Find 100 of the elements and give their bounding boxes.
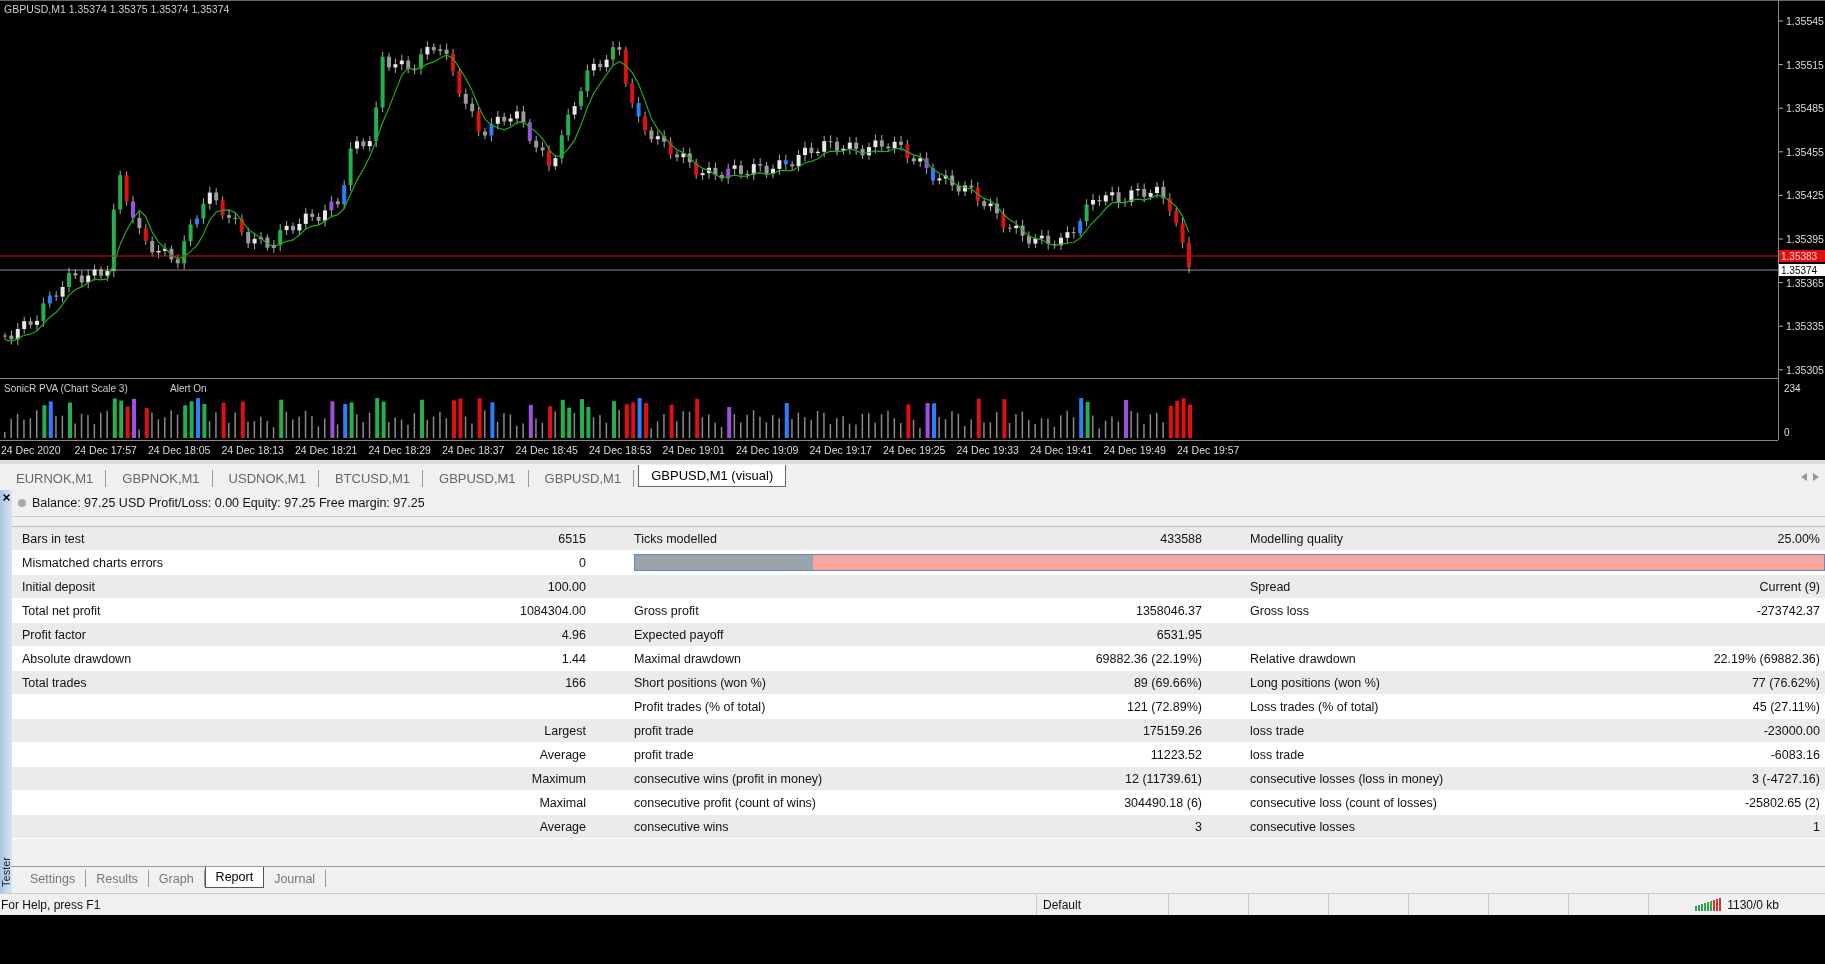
report-label: Total trades [22,675,88,690]
report-label: Profit trades (% of total) [633,699,767,714]
help-text: For Help, press F1 [1,897,101,912]
time-axis-label: 24 Dec 18:53 [589,444,652,456]
report-value: 100.00 [546,579,586,594]
report-label: Total net profit [22,603,102,618]
tester-tab[interactable]: Report [204,867,265,888]
report-value: 6515 [557,531,586,546]
chart-header: GBPUSD,M1 1.35374 1.35375 1.35374 1.35374 [4,3,230,15]
report-value: -6083.16 [1769,747,1820,762]
scroll-right-icon[interactable] [1813,473,1819,481]
report-value: Maximum [530,771,586,786]
report-label: Long positions (won %) [1249,675,1381,690]
report-label: Maximal drawdown [633,651,742,666]
report-label: Relative drawdown [1249,651,1357,666]
report-value: 121 (72.89%) [1125,699,1202,714]
time-axis-label: 24 Dec 18:45 [515,444,578,456]
report-value: 12 (11739.61) [1124,771,1202,786]
report-label: Bars in test [22,531,86,546]
chart-tab[interactable]: GBPUSD,M1 [427,470,529,487]
report-label: consecutive losses [1249,819,1356,834]
time-axis-label: 24 Dec 2020 [1,444,61,456]
report-label: Initial deposit [22,579,96,594]
indicator-scale-label: 234 [1784,383,1801,394]
report-label: Absolute drawdown [22,651,133,666]
report-value: 89 (69.66%) [1132,675,1202,690]
indicator-label: SonicR PVA (Chart Scale 3) [4,383,128,394]
tester-tab[interactable]: Graph [148,870,205,887]
report-value: Largest [543,723,586,738]
report-value: 45 (27.11%) [1751,699,1820,714]
status-dot-icon [18,499,26,507]
scroll-left-icon[interactable] [1801,473,1807,481]
time-axis-label: 24 Dec 19:33 [956,444,1019,456]
report-label: Spread [1249,579,1292,594]
report-label: Loss trades (% of total) [1249,699,1380,714]
time-axis-label: 24 Dec 19:49 [1103,444,1166,456]
report-label: consecutive losses (loss in money) [1249,771,1445,786]
report-value: 69882.36 (22.19%) [1094,651,1202,666]
report-value: 3 [1194,819,1202,834]
report-label: Gross loss [1249,603,1311,618]
price-axis-label: 1.35305 [1786,363,1824,376]
report-value: 22.19% (69882.36) [1712,651,1820,666]
time-axis-label: 24 Dec 19:09 [736,444,799,456]
tester-tab[interactable]: Journal [264,870,327,887]
report-value: -23000.00 [1762,723,1820,738]
chart-tab[interactable]: GBPUSD,M1 (visual) [638,465,787,487]
report-value: -273742.37 [1755,603,1820,618]
report-label: Ticks modelled [633,531,718,546]
chart-tab[interactable]: EURNOK,M1 [4,470,107,487]
report-value: Current (9) [1758,579,1820,594]
close-icon[interactable] [2,494,10,501]
report-value: 1358046.37 [1134,603,1202,618]
report-label: Gross profit [633,603,700,618]
indicator-status-label: Alert On [170,383,207,394]
time-axis-label: 24 Dec 18:13 [221,444,284,456]
price-marker-label: 1.35383 [1781,251,1818,262]
report-value: 1084304.00 [518,603,586,618]
time-axis-label: 24 Dec 19:57 [1177,444,1240,456]
time-axis-label: 24 Dec 18:05 [148,444,211,456]
tester-tab[interactable]: Results [86,870,149,887]
report-label: Mismatched charts errors [22,555,164,570]
price-axis-label: 1.35455 [1786,145,1824,158]
report-value: 175159.26 [1141,723,1202,738]
report-label: consecutive wins (profit in money) [633,771,824,786]
price-axis-label: 1.35545 [1786,15,1824,27]
price-marker-label: 1.35374 [1781,265,1818,276]
chart-tab[interactable]: GBPUSD,M1 [532,470,635,487]
report-value: 304490.18 (6) [1123,795,1202,810]
report-label: Modelling quality [1249,531,1345,546]
price-axis-label: 1.35515 [1786,58,1824,71]
price-axis-label: 1.35335 [1786,320,1824,333]
panel-title: Tester [0,857,12,887]
report-value: 77 (76.62%) [1750,675,1820,690]
report-value: 433588 [1159,531,1202,546]
chart-tab[interactable]: GBPNOK,M1 [110,470,213,487]
price-axis-label: 1.35395 [1786,233,1824,245]
chart-tab[interactable]: BTCUSD,M1 [322,470,423,487]
price-axis-label: 1.35485 [1786,102,1824,115]
chart-tab[interactable]: USDNOK,M1 [216,470,319,487]
report-label: Expected payoff [633,627,725,642]
price-axis-label: 1.35425 [1786,189,1824,202]
report-value: Maximal [538,795,586,810]
report-label: Profit factor [22,627,87,642]
report-label: consecutive profit (count of wins) [633,795,818,810]
report-value: 25.00% [1776,531,1820,546]
price-axis-label: 1.35365 [1786,276,1824,289]
report-value: 3 (-4727.16) [1750,771,1820,786]
report-value: 1.44 [560,651,586,666]
time-axis-label: 24 Dec 18:37 [442,444,505,456]
memory-usage: 1130/0 kb [1727,897,1779,912]
report-label: consecutive loss (count of losses) [1249,795,1438,810]
time-axis-label: 24 Dec 18:29 [368,444,431,456]
report-label: loss trade [1249,747,1306,762]
time-axis-label: 24 Dec 18:21 [295,444,358,456]
time-axis-label: 24 Dec 19:41 [1030,444,1093,456]
account-summary: Balance: 97.25 USD Profit/Loss: 0.00 Equity: 97.25 Free margin: 97.25 [32,496,425,510]
report-value: 4.96 [560,627,586,642]
report-label: Short positions (won %) [633,675,767,690]
tester-tab[interactable]: Settings [20,870,87,887]
report-value: 1 [1812,819,1820,834]
